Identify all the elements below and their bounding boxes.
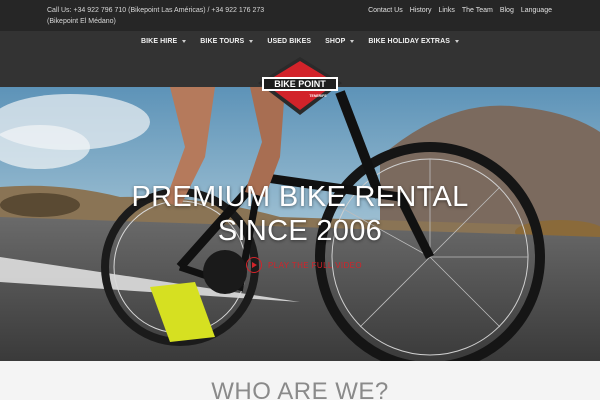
nav-item-label: SHOP [325,38,346,45]
chevron-down-icon [249,40,254,43]
top-link-links[interactable]: Links [438,5,454,16]
nav-item-bike-hire[interactable]: BIKE HIRE [140,38,187,45]
play-circle-icon [246,257,262,273]
hero-headline: PREMIUM BIKE RENTAL SINCE 2006 [0,180,600,248]
logo-sub-text: TENERIFE [309,94,327,98]
section-title: WHO ARE WE? [211,378,389,400]
play-video-link[interactable]: PLAY THE FULL VIDEO [246,257,362,273]
top-link-history[interactable]: History [410,5,432,16]
hero-banner: PREMIUM BIKE RENTAL SINCE 2006 PLAY THE … [0,87,600,361]
logo-brand-text: BIKE POINT [274,79,326,89]
hero-headline-line-1: PREMIUM BIKE RENTAL [131,181,469,213]
nav-item-shop[interactable]: SHOP [325,38,355,45]
who-are-we-section: WHO ARE WE? [0,361,600,400]
contact-info: Call Us: +34 922 796 710 (Bikepoint Las … [47,5,297,27]
top-link-blog[interactable]: Blog [500,5,514,16]
nav-item-bike-holiday-extras[interactable]: BIKE HOLIDAY EXTRAS [368,38,460,45]
nav-item-label: USED BIKES [267,38,312,45]
nav-menu: BIKE HIRE BIKE TOURS USED BIKES SHOP BIK… [0,38,600,45]
play-video-label: PLAY THE FULL VIDEO [268,260,363,270]
logo-badge: BIKE POINT TENERIFE [258,57,342,115]
contact-line-2: (Bikepoint El Médano) [47,18,116,25]
nav-item-label: BIKE HOLIDAY EXTRAS [368,38,451,45]
top-link-the-team[interactable]: The Team [462,5,493,16]
top-link-language[interactable]: Language [521,5,552,16]
chevron-down-icon [350,40,355,43]
nav-item-bike-tours[interactable]: BIKE TOURS [200,38,254,45]
top-link-contact-us[interactable]: Contact Us [368,5,403,16]
top-links: Contact Us History Links The Team Blog L… [368,5,552,16]
chevron-down-icon [455,40,460,43]
top-bar: Call Us: +34 922 796 710 (Bikepoint Las … [0,0,600,31]
chevron-down-icon [182,40,187,43]
bike-point-logo[interactable]: BIKE POINT TENERIFE [256,55,344,117]
contact-line-1: Call Us: +34 922 796 710 (Bikepoint Las … [47,7,265,14]
hero-headline-line-2: SINCE 2006 [217,215,383,247]
nav-item-used-bikes[interactable]: USED BIKES [267,38,311,45]
nav-item-label: BIKE TOURS [200,38,245,45]
nav-item-label: BIKE HIRE [140,38,178,45]
